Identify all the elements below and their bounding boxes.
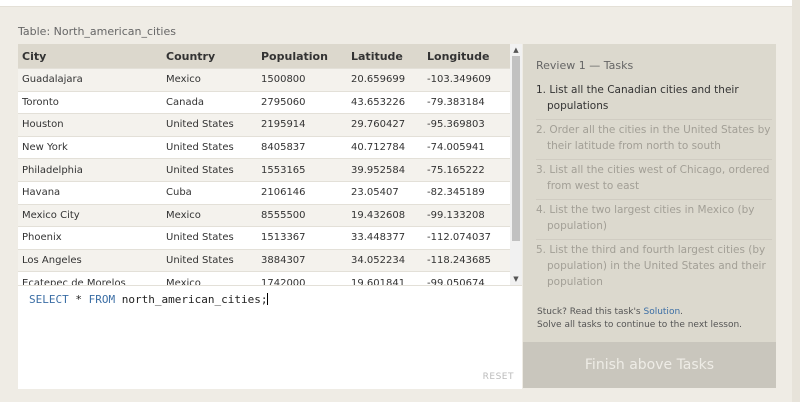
- cell-population: 3884307: [257, 248, 347, 272]
- cell-city: Guadalajara: [18, 68, 162, 92]
- cell-population: 8405837: [257, 135, 347, 159]
- cell-latitude: 34.052234: [347, 248, 423, 272]
- page-edge: [792, 0, 800, 402]
- sql-semicolon: ;: [260, 293, 268, 306]
- table-row: Havana Cuba 2106146 23.05407 -82.345189: [18, 180, 510, 205]
- task-item-2: 2. Order all the cities in the United St…: [536, 120, 772, 160]
- cell-longitude: -74.005941: [423, 135, 510, 159]
- table-caption: Table: North_american_cities: [18, 25, 176, 38]
- cell-city: Philadelphia: [18, 158, 162, 182]
- cell-latitude: 19.432608: [347, 203, 423, 227]
- continue-hint: Solve all tasks to continue to the next …: [537, 320, 743, 330]
- cell-country: United States: [162, 158, 257, 182]
- cell-population: 1742000: [257, 271, 347, 285]
- cell-city: Mexico City: [18, 203, 162, 227]
- cell-population: 2106146: [257, 180, 347, 205]
- text-cursor: [267, 293, 269, 305]
- cell-latitude: 29.760427: [347, 113, 423, 137]
- sql-query-text[interactable]: SELECT * FROM north_american_cities;: [29, 293, 269, 306]
- scroll-down-arrow-icon[interactable]: ▼: [510, 273, 522, 285]
- cell-latitude: 33.448377: [347, 226, 423, 250]
- cell-country: Mexico: [162, 203, 257, 227]
- cell-population: 1553165: [257, 158, 347, 182]
- table-scrollbar[interactable]: ▲ ▼: [510, 44, 522, 285]
- tasks-title: Review 1 — Tasks: [536, 59, 634, 72]
- cell-population: 2795060: [257, 90, 347, 114]
- cell-city: Toronto: [18, 90, 162, 114]
- cell-city: Havana: [18, 180, 162, 205]
- cell-city: Ecatepec de Morelos: [18, 271, 162, 285]
- sql-star: *: [68, 293, 89, 306]
- table-row: Mexico City Mexico 8555500 19.432608 -99…: [18, 203, 510, 227]
- table-row: Houston United States 2195914 29.760427 …: [18, 113, 510, 137]
- cell-population: 1500800: [257, 68, 347, 92]
- results-table-wrap: City Country Population Latitude Longitu…: [18, 44, 510, 285]
- column-header-longitude: Longitude: [423, 44, 510, 69]
- cell-latitude: 40.712784: [347, 135, 423, 159]
- solution-link[interactable]: Solution: [643, 307, 680, 317]
- table-row: Philadelphia United States 1553165 39.95…: [18, 158, 510, 182]
- table-row: New York United States 8405837 40.712784…: [18, 135, 510, 159]
- task-item-4: 4. List the two largest cities in Mexico…: [536, 200, 772, 240]
- cell-country: United States: [162, 135, 257, 159]
- cell-latitude: 39.952584: [347, 158, 423, 182]
- cell-population: 8555500: [257, 203, 347, 227]
- task-item-3: 3. List all the cities west of Chicago, …: [536, 160, 772, 200]
- cell-population: 1513367: [257, 226, 347, 250]
- sql-keyword-from: FROM: [88, 293, 116, 306]
- cell-country: United States: [162, 226, 257, 250]
- cell-population: 2195914: [257, 113, 347, 137]
- table-row: Guadalajara Mexico 1500800 20.659699 -10…: [18, 68, 510, 92]
- stuck-hint: Stuck? Read this task's Solution. Solve …: [537, 306, 742, 332]
- table-row: Toronto Canada 2795060 43.653226 -79.383…: [18, 90, 510, 114]
- finish-tasks-button[interactable]: Finish above Tasks: [523, 342, 776, 388]
- results-table: City Country Population Latitude Longitu…: [18, 44, 510, 285]
- cell-longitude: -118.243685: [423, 248, 510, 272]
- top-strip: [0, 0, 792, 7]
- results-table-panel: City Country Population Latitude Longitu…: [18, 44, 522, 285]
- cell-longitude: -99.133208: [423, 203, 510, 227]
- stuck-prefix: Stuck? Read this task's: [537, 307, 644, 317]
- cell-latitude: 43.653226: [347, 90, 423, 114]
- sql-table-name: north_american_cities: [115, 293, 261, 306]
- cell-longitude: -75.165222: [423, 158, 510, 182]
- sql-editor[interactable]: SELECT * FROM north_american_cities; RES…: [18, 285, 522, 389]
- cell-longitude: -79.383184: [423, 90, 510, 114]
- cell-country: United States: [162, 248, 257, 272]
- tasks-panel: Review 1 — Tasks 1. List all the Canadia…: [523, 44, 776, 342]
- stuck-suffix: .: [680, 307, 684, 317]
- cell-city: Houston: [18, 113, 162, 137]
- column-header-latitude: Latitude: [347, 44, 423, 69]
- table-row: Los Angeles United States 3884307 34.052…: [18, 248, 510, 272]
- cell-longitude: -99.050674: [423, 271, 510, 285]
- cell-longitude: -82.345189: [423, 180, 510, 205]
- cell-longitude: -112.074037: [423, 226, 510, 250]
- column-header-country: Country: [162, 44, 257, 69]
- table-row: Phoenix United States 1513367 33.448377 …: [18, 226, 510, 250]
- cell-country: Cuba: [162, 180, 257, 205]
- cell-latitude: 23.05407: [347, 180, 423, 205]
- cell-city: Phoenix: [18, 226, 162, 250]
- cell-country: Mexico: [162, 271, 257, 285]
- scroll-up-arrow-icon[interactable]: ▲: [510, 44, 522, 56]
- task-item-5: 5. List the third and fourth largest cit…: [536, 244, 766, 288]
- cell-latitude: 19.601841: [347, 271, 423, 285]
- cell-longitude: -103.349609: [423, 68, 510, 92]
- task-item-1: 1. List all the Canadian cities and thei…: [536, 80, 772, 120]
- reset-button[interactable]: RESET: [483, 372, 514, 382]
- column-header-city: City: [18, 44, 162, 69]
- sql-keyword-select: SELECT: [29, 293, 69, 306]
- table-row: Ecatepec de Morelos Mexico 1742000 19.60…: [18, 271, 510, 285]
- cell-city: Los Angeles: [18, 248, 162, 272]
- column-header-population: Population: [257, 44, 347, 69]
- scrollbar-thumb[interactable]: [512, 56, 520, 241]
- task-list: 1. List all the Canadian cities and thei…: [536, 80, 772, 295]
- cell-latitude: 20.659699: [347, 68, 423, 92]
- cell-longitude: -95.369803: [423, 113, 510, 137]
- cell-country: Mexico: [162, 68, 257, 92]
- table-header-row: City Country Population Latitude Longitu…: [18, 44, 510, 69]
- cell-city: New York: [18, 135, 162, 159]
- cell-country: United States: [162, 113, 257, 137]
- cell-country: Canada: [162, 90, 257, 114]
